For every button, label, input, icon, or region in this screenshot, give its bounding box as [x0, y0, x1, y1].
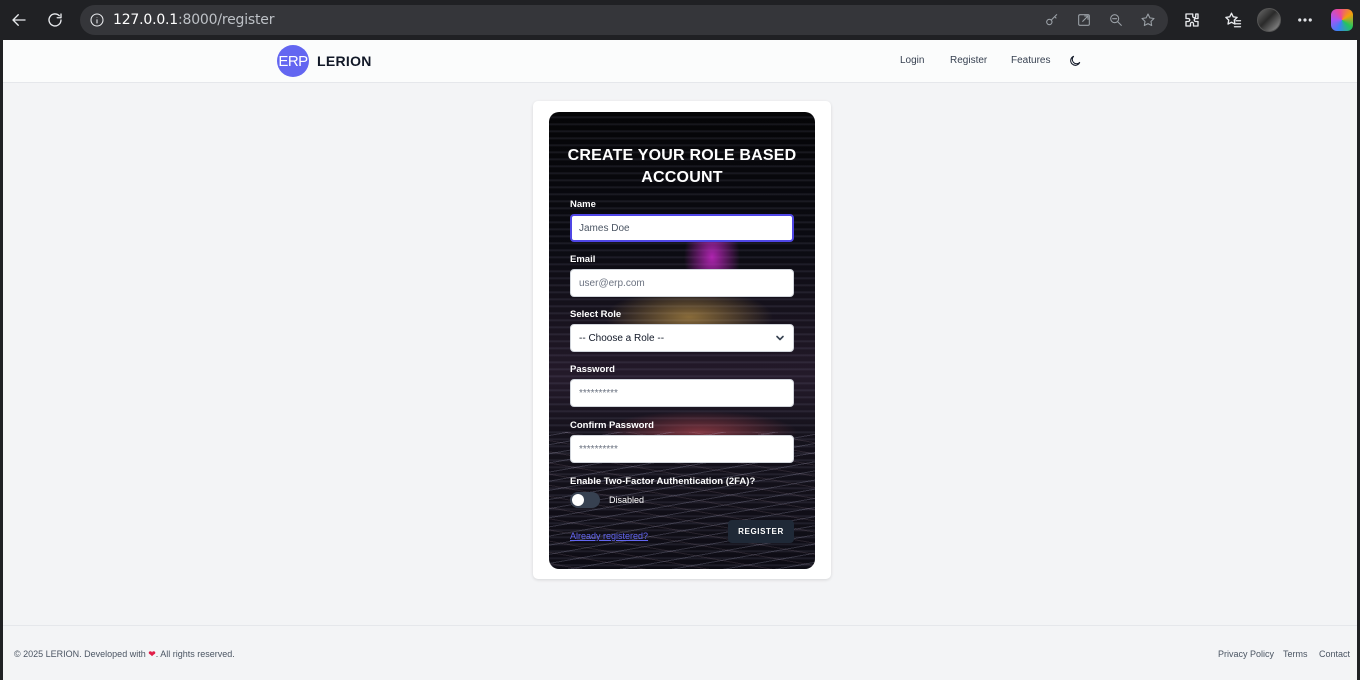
- register-button[interactable]: REGISTER: [728, 520, 794, 543]
- form-title: CREATE YOUR ROLE BASED ACCOUNT: [567, 147, 797, 186]
- password-key-icon[interactable]: [1043, 11, 1061, 29]
- favorites-icon[interactable]: [1221, 8, 1245, 32]
- extensions-icon[interactable]: [1180, 8, 1204, 32]
- already-registered-link[interactable]: Already registered?: [570, 531, 648, 541]
- reload-icon[interactable]: [43, 8, 67, 32]
- nav-features[interactable]: Features: [1011, 55, 1050, 66]
- favorite-star-icon[interactable]: [1139, 11, 1157, 29]
- site-info-icon[interactable]: [88, 11, 106, 29]
- name-input[interactable]: James Doe: [570, 214, 794, 242]
- twofa-state: Disabled: [609, 495, 645, 505]
- copyright-prefix: © 2025 LERION. Developed with: [14, 649, 146, 659]
- browser-toolbar: 127.0.0.1:8000/register: [0, 0, 1360, 40]
- footer-contact-link[interactable]: Contact: [1319, 649, 1350, 659]
- url-text[interactable]: 127.0.0.1:8000/register: [113, 12, 274, 28]
- footer-privacy-link[interactable]: Privacy Policy: [1218, 649, 1274, 659]
- email-label: Email: [570, 254, 596, 265]
- copyright-text: © 2025 LERION. Developed with ❤. All rig…: [14, 649, 235, 660]
- zoom-icon[interactable]: [1107, 11, 1125, 29]
- dark-mode-moon-icon[interactable]: [1068, 54, 1082, 68]
- twofa-toggle[interactable]: [570, 492, 600, 508]
- name-label: Name: [570, 199, 596, 210]
- password-input[interactable]: **********: [570, 379, 794, 407]
- confirm-password-input[interactable]: **********: [570, 435, 794, 463]
- chevron-down-icon: [775, 333, 785, 343]
- role-label: Select Role: [570, 309, 622, 320]
- heart-icon: ❤: [148, 649, 156, 659]
- role-select-value: -- Choose a Role --: [579, 332, 665, 344]
- address-bar[interactable]: 127.0.0.1:8000/register: [80, 5, 1168, 35]
- register-card: CREATE YOUR ROLE BASED ACCOUNT Name Jame…: [533, 101, 831, 579]
- brand-name[interactable]: LERION: [317, 53, 372, 69]
- password-label: Password: [570, 364, 615, 375]
- toggle-knob: [572, 494, 584, 506]
- brand-logo[interactable]: ERP: [277, 45, 309, 77]
- confirm-password-label: Confirm Password: [570, 420, 654, 431]
- site-navbar: ERP LERION Login Register Features: [3, 40, 1357, 83]
- twofa-label: Enable Two-Factor Authentication (2FA)?: [570, 476, 756, 487]
- footer-terms-link[interactable]: Terms: [1283, 649, 1308, 659]
- register-form: CREATE YOUR ROLE BASED ACCOUNT Name Jame…: [549, 112, 815, 569]
- role-select[interactable]: -- Choose a Role --: [570, 324, 794, 352]
- nav-login[interactable]: Login: [900, 55, 924, 66]
- copyright-suffix: . All rights reserved.: [155, 649, 235, 659]
- page-viewport: ERP LERION Login Register Features CREAT…: [3, 40, 1357, 680]
- email-input[interactable]: user@erp.com: [570, 269, 794, 297]
- more-menu-icon[interactable]: [1293, 8, 1317, 32]
- profile-avatar[interactable]: [1257, 8, 1281, 32]
- site-footer: © 2025 LERION. Developed with ❤. All rig…: [3, 625, 1357, 680]
- open-in-app-icon[interactable]: [1075, 11, 1093, 29]
- back-icon[interactable]: [7, 8, 31, 32]
- copilot-icon[interactable]: [1331, 9, 1353, 31]
- nav-register[interactable]: Register: [950, 55, 987, 66]
